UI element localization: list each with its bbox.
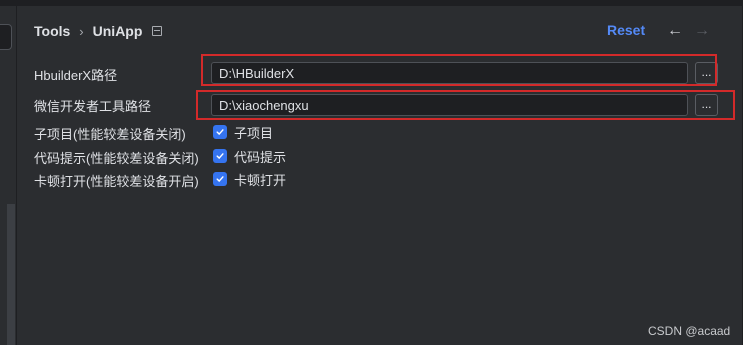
- code-hint-checkbox[interactable]: [213, 149, 227, 163]
- wechat-devtools-path-label: 微信开发者工具路径: [34, 99, 152, 114]
- checkmark-icon: [216, 129, 224, 135]
- code-hint-checkbox-row[interactable]: 代码提示: [213, 147, 286, 166]
- tree-search-field-edge[interactable]: [0, 24, 12, 50]
- reset-button[interactable]: Reset: [607, 22, 645, 38]
- wechat-devtools-path-input[interactable]: [211, 94, 688, 116]
- breadcrumb: Tools › UniApp: [34, 21, 163, 41]
- lag-open-checkbox-label[interactable]: 卡顿打开: [234, 170, 286, 189]
- wechat-devtools-browse-button[interactable]: ...: [695, 94, 718, 116]
- hbuilderx-path-input[interactable]: [211, 62, 688, 84]
- top-border: [0, 0, 743, 6]
- lag-open-checkbox-row[interactable]: 卡顿打开: [213, 170, 286, 189]
- code-hint-checkbox-label[interactable]: 代码提示: [234, 147, 286, 166]
- breadcrumb-tools[interactable]: Tools: [34, 23, 70, 39]
- subproject-checkbox-row[interactable]: 子项目: [213, 123, 273, 142]
- arrow-right-icon[interactable]: →: [694, 21, 710, 41]
- breadcrumb-uniapp: UniApp: [92, 23, 143, 39]
- panel-divider: [16, 6, 17, 345]
- hbuilderx-path-label: HbuilderX路径: [34, 68, 118, 83]
- subproject-checkbox-label[interactable]: 子项目: [234, 123, 273, 142]
- subproject-option-label: 子项目(性能较差设备关闭): [34, 127, 186, 142]
- settings-panel: Tools › UniApp Reset ← → HbuilderX路径 ...…: [0, 0, 743, 345]
- checkmark-icon: [216, 176, 224, 182]
- checkmark-icon: [216, 153, 224, 159]
- tree-scrollbar[interactable]: [7, 204, 15, 345]
- lag-open-option-label: 卡顿打开(性能较差设备开启): [34, 174, 199, 189]
- arrow-left-icon[interactable]: ←: [667, 21, 683, 41]
- lag-open-checkbox[interactable]: [213, 172, 227, 186]
- chevron-right-icon: ›: [79, 23, 84, 39]
- subproject-checkbox[interactable]: [213, 125, 227, 139]
- watermark: CSDN @acaad: [648, 324, 731, 338]
- code-hint-option-label: 代码提示(性能较差设备关闭): [34, 151, 199, 166]
- page-settings-icon: [152, 26, 163, 36]
- hbuilderx-browse-button[interactable]: ...: [695, 62, 718, 84]
